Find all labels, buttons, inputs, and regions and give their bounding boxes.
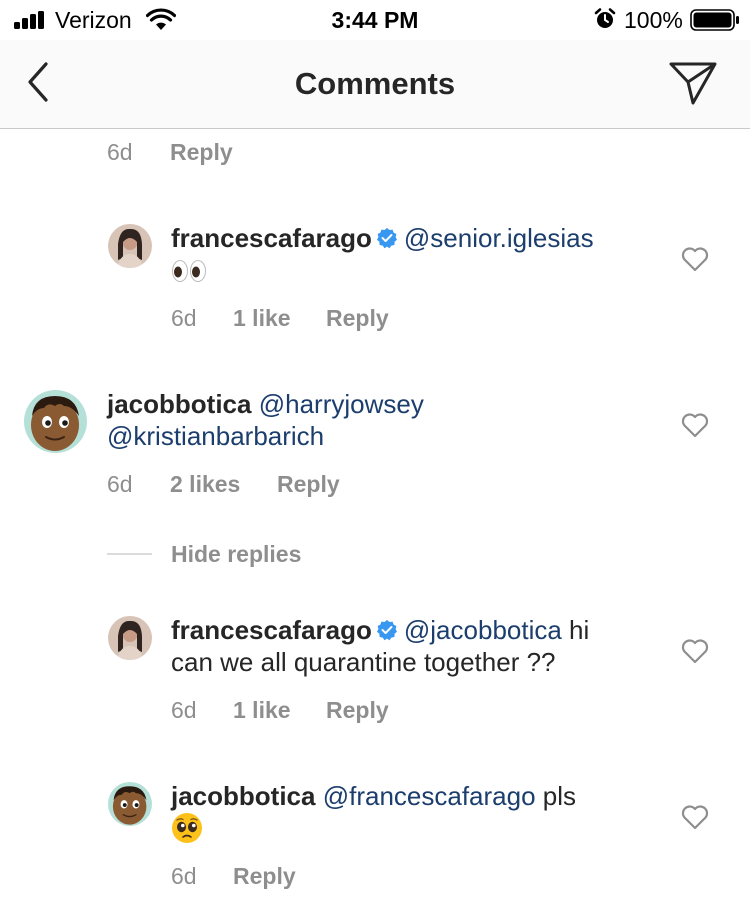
- avatar[interactable]: [108, 224, 152, 268]
- comment-time: 6d: [171, 305, 197, 331]
- avatar-image: [108, 224, 152, 268]
- comment-time: 6d: [171, 697, 197, 723]
- comment-time: 6d: [171, 863, 197, 889]
- alarm-icon: [594, 8, 616, 28]
- likes-count[interactable]: 1 like: [233, 697, 291, 724]
- avatar[interactable]: [108, 782, 152, 826]
- share-button[interactable]: [666, 58, 720, 108]
- reply-button[interactable]: Reply: [170, 139, 233, 166]
- avatar-image: [108, 782, 152, 826]
- verified-badge-icon: [376, 228, 397, 249]
- comment-text: hi: [561, 615, 590, 645]
- reply-button[interactable]: Reply: [326, 697, 389, 724]
- avatar[interactable]: [24, 390, 87, 453]
- comment-mention[interactable]: @harryjowsey: [259, 389, 424, 419]
- eyes-emoji: [172, 260, 206, 282]
- comment-username[interactable]: jacobbotica: [171, 781, 315, 811]
- paper-plane-icon: [669, 62, 717, 105]
- comment-username[interactable]: jacobbotica: [107, 389, 251, 419]
- likes-count[interactable]: 2 likes: [170, 471, 240, 498]
- battery-percentage: 100%: [624, 7, 683, 33]
- avatar-image: [24, 390, 87, 453]
- comment-body: jacobbotica @francescafarago pls: [171, 780, 576, 845]
- likes-count[interactable]: 1 like: [233, 305, 291, 332]
- comment-body: francescafarago @jacobbotica hi can we al…: [171, 614, 589, 678]
- comment-body: francescafarago @senior.iglesias: [171, 222, 594, 286]
- status-bar: Verizon 3:44 PM 100%: [0, 0, 750, 40]
- reply-button[interactable]: Reply: [326, 305, 389, 332]
- reply-button[interactable]: Reply: [277, 471, 340, 498]
- comment-body: jacobbotica @harryjowsey @kristianbarbar…: [107, 388, 424, 452]
- reply-button[interactable]: Reply: [233, 863, 296, 890]
- comment-mention[interactable]: @francescafarago: [323, 781, 536, 811]
- page-title: Comments: [294, 66, 456, 101]
- like-heart-icon[interactable]: [681, 246, 709, 272]
- comment-mention[interactable]: @senior.iglesias: [404, 223, 594, 253]
- like-heart-icon[interactable]: [681, 804, 709, 830]
- comment-time: 6d: [107, 139, 133, 165]
- verified-badge-icon: [376, 620, 397, 641]
- comment-text: pls: [535, 781, 577, 811]
- comment-mention[interactable]: @kristianbarbarich: [107, 421, 324, 451]
- avatar-image: [108, 616, 152, 660]
- hide-replies-button[interactable]: Hide replies: [171, 541, 301, 568]
- avatar[interactable]: [108, 616, 152, 660]
- comment-mention[interactable]: @jacobbotica: [404, 615, 562, 645]
- hide-replies-divider: [107, 553, 152, 555]
- pleading-face-emoji: [172, 813, 202, 843]
- comment-text-line2: can we all quarantine together ??: [171, 647, 556, 677]
- comment-username[interactable]: francescafarago: [171, 615, 372, 645]
- battery-icon: [690, 9, 739, 31]
- comment-username[interactable]: francescafarago: [171, 223, 372, 253]
- nav-bar: Comments: [0, 40, 750, 129]
- comment-time: 6d: [107, 471, 133, 497]
- like-heart-icon[interactable]: [681, 412, 709, 438]
- like-heart-icon[interactable]: [681, 638, 709, 664]
